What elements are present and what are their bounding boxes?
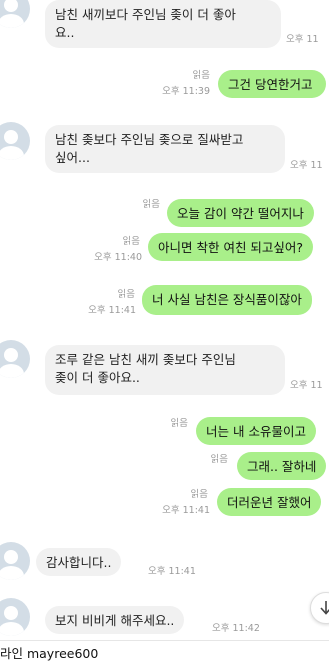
avatar[interactable] — [0, 340, 30, 378]
read-receipt: 읽음 — [142, 199, 160, 210]
avatar[interactable] — [0, 122, 30, 160]
message-time: 오후 11 — [290, 380, 323, 391]
message-time: 오후 11 — [286, 34, 319, 45]
avatar[interactable] — [0, 542, 30, 580]
avatar[interactable] — [0, 0, 30, 28]
outgoing-message[interactable]: 아니면 착한 여친 되고싶어? — [148, 233, 314, 261]
outgoing-message[interactable]: 너 사실 남친은 장식품이잖아 — [142, 285, 312, 315]
message-time: 오후 11:41 — [162, 505, 210, 516]
outgoing-message[interactable]: 오늘 감이 약간 떨어지나 — [167, 199, 314, 227]
message-time: 오후 11 — [290, 160, 323, 171]
outgoing-message[interactable]: 그건 당연한거고 — [218, 70, 327, 98]
incoming-message[interactable]: 조루 같은 남친 새끼 좆보다 주인님 좆이 더 좋아요.. — [45, 345, 285, 395]
incoming-message[interactable]: 보지 비비게 해주세요.. — [45, 606, 185, 634]
read-receipt: 읽음 — [170, 418, 188, 429]
chat-area[interactable]: 남친 새끼보다 주인님 좆이 더 좋아 요.. 오후 11 읽음 오후 11:3… — [0, 0, 329, 640]
incoming-message[interactable]: 감사합니다.. — [36, 548, 122, 576]
incoming-message[interactable]: 남친 새끼보다 주인님 좆이 더 좋아 요.. — [45, 0, 281, 48]
message-time: 오후 11:41 — [148, 566, 196, 577]
message-time: 오후 11:42 — [212, 623, 260, 634]
message-time: 오후 11:39 — [162, 86, 210, 97]
read-receipt: 읽음 — [210, 454, 228, 465]
incoming-message[interactable]: 남친 좆보다 주인님 좆으로 질싸받고 싶어... — [45, 125, 285, 173]
scroll-to-bottom-button[interactable] — [310, 592, 329, 624]
read-receipt: 읽음 — [117, 289, 135, 300]
outgoing-message[interactable]: 더러운년 잘했어 — [217, 488, 322, 516]
footer-caption: 라인 mayree600 — [0, 640, 329, 666]
message-time: 오후 11:41 — [88, 305, 136, 316]
outgoing-message[interactable]: 그래.. 잘하네 — [237, 452, 327, 480]
avatar[interactable] — [0, 598, 30, 636]
message-time: 오후 11:40 — [94, 252, 142, 263]
read-receipt: 읽음 — [122, 236, 140, 247]
read-receipt: 읽음 — [190, 489, 208, 500]
chevron-down-icon — [320, 601, 329, 615]
read-receipt: 읽음 — [192, 70, 210, 81]
outgoing-message[interactable]: 너는 내 소유물이고 — [196, 417, 316, 445]
